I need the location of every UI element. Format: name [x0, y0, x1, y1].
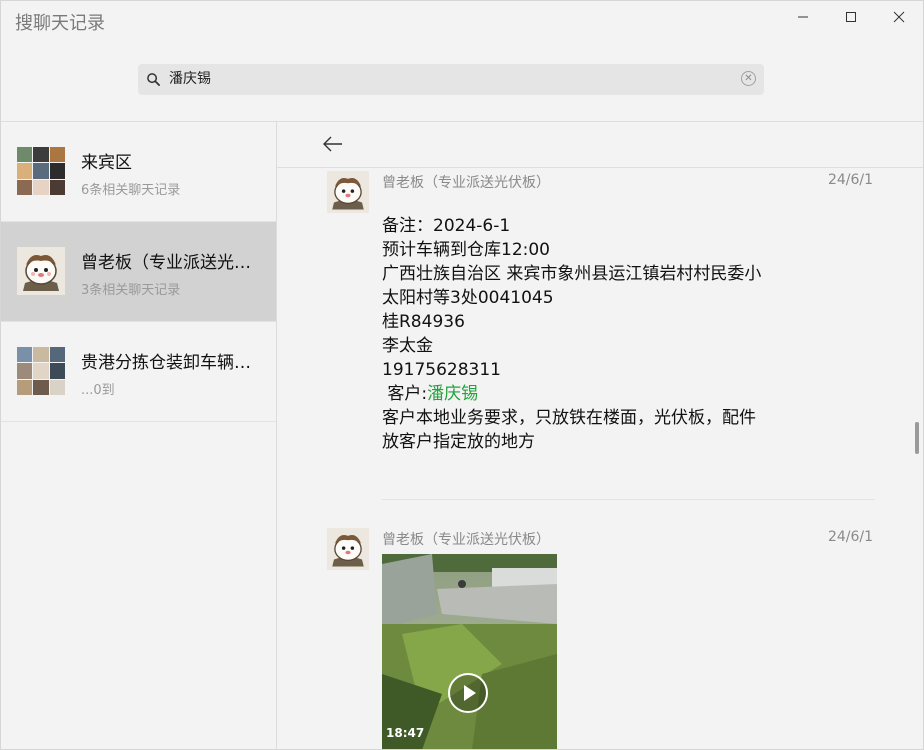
search-highlight: 潘庆锡 [427, 384, 479, 404]
minimize-icon [798, 16, 808, 18]
minimize-button[interactable] [779, 1, 827, 33]
video-thumbnail[interactable]: 18:47 [382, 554, 557, 749]
play-icon [464, 685, 476, 701]
result-item-laibin[interactable]: 来宾区 6条相关聊天记录 [1, 122, 276, 222]
close-icon [893, 11, 905, 23]
message-line: 桂R84936 [382, 312, 465, 332]
message-line: 预计车辆到仓库12:00 [382, 240, 550, 260]
message-line: 广西壮族自治区 来宾市象州县运江镇岩村村民委小 [382, 264, 762, 284]
result-item-count: 3条相关聊天记录 [81, 283, 181, 298]
message-date: 24/6/1 [827, 529, 873, 545]
message-sender: 曾老板（专业派送光伏板） [382, 175, 550, 191]
window-controls [779, 1, 923, 33]
result-item-zeng[interactable]: 曾老板（专业派送光伏板） 3条相关聊天记录 [1, 222, 276, 322]
result-item-count: 6条相关聊天记录 [81, 183, 181, 198]
panel-header-divider [277, 167, 923, 168]
result-item-name: 来宾区 [81, 153, 132, 173]
play-button[interactable] [448, 673, 488, 713]
result-item-name: 贵港分拣仓装卸车辆调度群 [81, 353, 261, 373]
sender-avatar [327, 528, 369, 570]
search-result-list: 来宾区 6条相关聊天记录 曾老板（专业派送光伏板） 3条相关聊天记录 [1, 122, 277, 749]
message-line: 太阳村等3处0041045 [382, 288, 554, 308]
search-icon [147, 73, 160, 86]
video-frame [382, 554, 557, 749]
result-item-snippet: ...0到 [81, 383, 115, 398]
back-button[interactable] [321, 132, 345, 156]
maximize-button[interactable] [827, 1, 875, 33]
search-bar[interactable]: ✕ [138, 64, 764, 95]
scrollbar-thumb[interactable] [915, 422, 919, 454]
message-line: 李太金 [382, 336, 433, 356]
maximize-icon [846, 12, 856, 22]
result-item-name: 曾老板（专业派送光伏板） [81, 253, 261, 273]
customer-line: 客户:潘庆锡 [382, 382, 802, 406]
message-line: 放客户指定放的地方 [382, 432, 535, 452]
message-text[interactable]: 备注：2024-6-1 预计车辆到仓库12:00 广西壮族自治区 来宾市象州县运… [382, 214, 802, 454]
message-divider [382, 499, 875, 500]
back-arrow-icon [323, 136, 342, 152]
chat-history-search-window: 搜聊天记录 ✕ [0, 0, 924, 750]
group-avatar [17, 147, 65, 195]
window-title: 搜聊天记录 [15, 13, 105, 34]
video-duration: 18:47 [386, 726, 425, 740]
clear-search-button[interactable]: ✕ [741, 71, 756, 86]
search-input[interactable] [169, 64, 729, 95]
message-line: 备注：2024-6-1 [382, 216, 511, 236]
close-button[interactable] [875, 1, 923, 33]
message-line: 19175628311 [382, 360, 501, 380]
title-bar: 搜聊天记录 [1, 1, 923, 41]
chat-record-panel: 曾老板（专业派送光伏板） 24/6/1 备注：2024-6-1 预计车辆到仓库1… [277, 122, 923, 749]
user-avatar [17, 247, 65, 295]
group-avatar [17, 347, 65, 395]
message-sender: 曾老板（专业派送光伏板） [382, 532, 550, 548]
message-date: 24/6/1 [827, 172, 873, 188]
result-item-guigang[interactable]: 贵港分拣仓装卸车辆调度群 ...0到 [1, 322, 276, 422]
sender-avatar [327, 171, 369, 213]
customer-prefix: 客户: [382, 384, 428, 404]
clear-icon: ✕ [744, 73, 753, 84]
message-line: 客户本地业务要求，只放铁在楼面，光伏板，配件 [382, 408, 756, 428]
